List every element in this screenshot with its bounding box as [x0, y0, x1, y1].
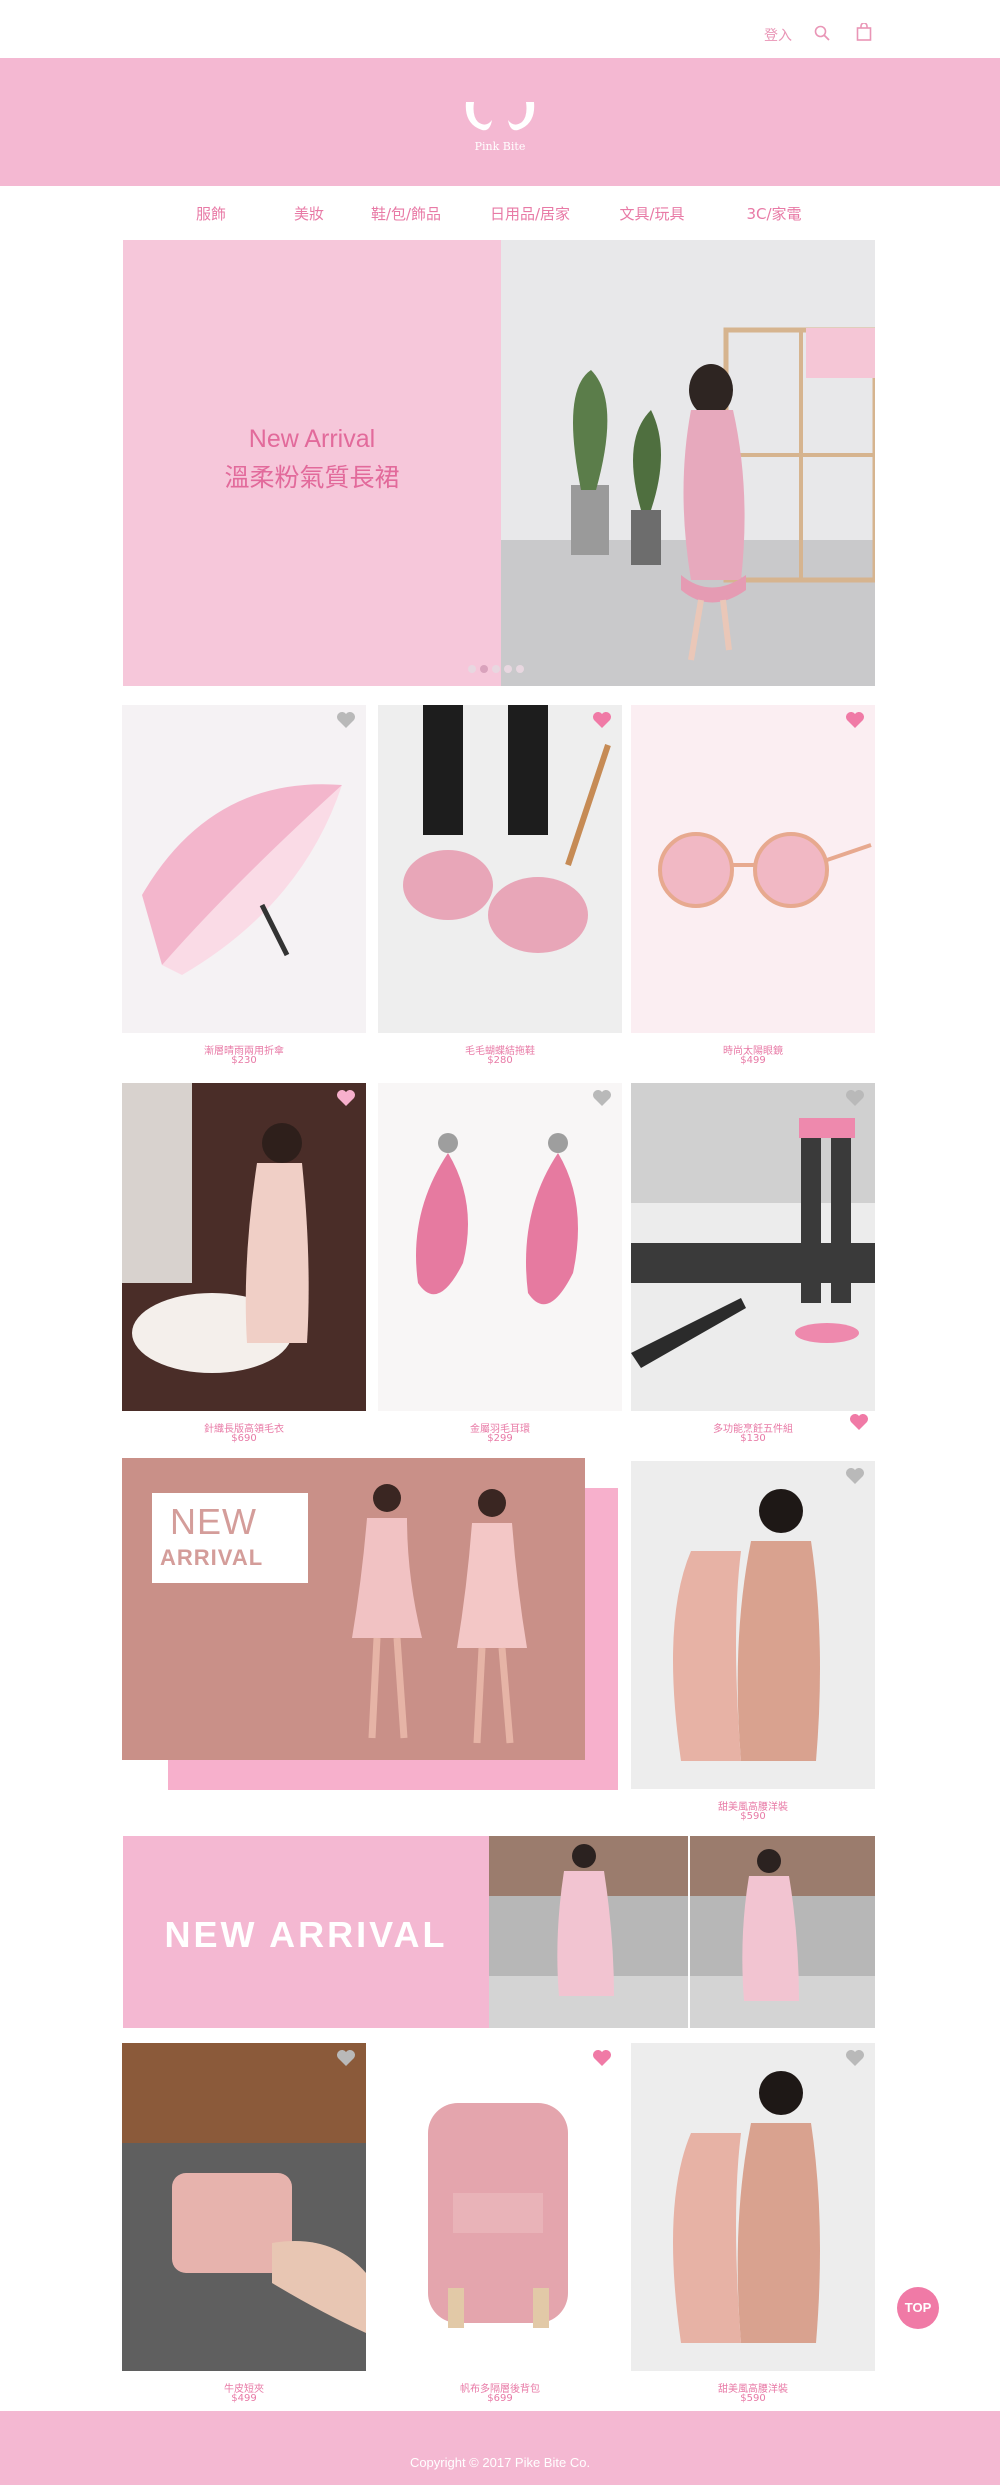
- login-link[interactable]: 登入: [764, 25, 792, 45]
- product-price: $299: [487, 1433, 513, 1444]
- strip-photo: [489, 1836, 875, 2028]
- feature-banner[interactable]: NEW ARRIVAL: [122, 1458, 585, 1760]
- brand-logo[interactable]: Pink Bite: [460, 94, 540, 154]
- shopping-bag-icon[interactable]: [856, 23, 872, 41]
- nav-item-accessories[interactable]: 鞋/包/飾品: [371, 203, 441, 224]
- top-bar: 登入: [0, 0, 1000, 58]
- back-to-top-button[interactable]: TOP: [897, 2287, 939, 2329]
- favorite-heart-icon[interactable]: [845, 711, 865, 729]
- product-image[interactable]: [631, 1083, 875, 1411]
- product-image[interactable]: [631, 705, 875, 1033]
- favorite-heart-icon[interactable]: [845, 2049, 865, 2067]
- product-image[interactable]: [631, 1461, 875, 1789]
- feature-new-text: NEW: [170, 1501, 257, 1542]
- product-image[interactable]: [378, 705, 622, 1033]
- product-price: $690: [231, 1433, 257, 1444]
- new-arrival-strip[interactable]: NEW ARRIVAL: [123, 1836, 875, 2028]
- carousel-dot[interactable]: [492, 665, 500, 673]
- favorite-heart-icon[interactable]: [592, 711, 612, 729]
- product-price: $130: [740, 1433, 766, 1444]
- product-image[interactable]: [122, 1083, 366, 1411]
- hero-text-panel: New Arrival 溫柔粉氣質長裙: [123, 240, 501, 686]
- nav-item-apparel[interactable]: 服飾: [196, 203, 226, 224]
- product-price: $499: [231, 2393, 257, 2404]
- favorite-heart-icon[interactable]: [336, 2049, 356, 2067]
- product-image[interactable]: [378, 2043, 622, 2371]
- product-image[interactable]: [122, 2043, 366, 2371]
- favorite-heart-icon[interactable]: [845, 1089, 865, 1107]
- product-price: $590: [740, 2393, 766, 2404]
- hero-title-zh: 溫柔粉氣質長裙: [224, 463, 400, 492]
- hero-photo: [501, 240, 875, 686]
- nav-item-electronics[interactable]: 3C/家電: [746, 203, 801, 224]
- favorite-heart-icon[interactable]: [336, 711, 356, 729]
- category-nav: 服飾 美妝 鞋/包/飾品 日用品/居家 文具/玩具 3C/家電: [0, 203, 1000, 227]
- copyright-text: Copyright © 2017 Pike Bite Co.: [409, 2455, 591, 2470]
- product-price: $230: [231, 1055, 257, 1066]
- feature-label-box: NEW ARRIVAL: [152, 1493, 308, 1583]
- footer: Copyright © 2017 Pike Bite Co.: [0, 2411, 1000, 2485]
- favorite-heart-icon[interactable]: [592, 1089, 612, 1107]
- carousel-dot[interactable]: [516, 665, 524, 673]
- product-price: $280: [487, 1055, 513, 1066]
- product-image[interactable]: [631, 2043, 875, 2371]
- logo-mark-icon: [465, 102, 535, 131]
- strip-title: NEW ARRIVAL: [164, 1914, 448, 1955]
- strip-text-panel: NEW ARRIVAL: [123, 1836, 489, 2028]
- nav-item-home[interactable]: 日用品/居家: [490, 203, 570, 224]
- hero-title-en: New Arrival: [248, 425, 376, 453]
- search-icon[interactable]: [814, 25, 830, 41]
- header-banner: Pink Bite: [0, 58, 1000, 186]
- nav-item-beauty[interactable]: 美妝: [294, 203, 324, 224]
- product-image[interactable]: [122, 705, 366, 1033]
- carousel-dot[interactable]: [504, 665, 512, 673]
- feature-arrival-text: ARRIVAL: [160, 1545, 264, 1570]
- favorite-heart-icon[interactable]: [592, 2049, 612, 2067]
- hero-carousel[interactable]: New Arrival 溫柔粉氣質長裙: [123, 240, 875, 686]
- nav-item-stationery[interactable]: 文具/玩具: [619, 203, 684, 224]
- carousel-dot[interactable]: [468, 665, 476, 673]
- product-price: $590: [740, 1811, 766, 1822]
- carousel-pagination: [468, 665, 538, 675]
- favorite-heart-icon[interactable]: [845, 1467, 865, 1485]
- product-image[interactable]: [378, 1083, 622, 1411]
- carousel-dot[interactable]: [480, 665, 488, 673]
- product-price: $699: [487, 2393, 513, 2404]
- logo-text: Pink Bite: [474, 140, 526, 153]
- favorite-heart-icon[interactable]: [336, 1089, 356, 1107]
- product-price: $499: [740, 1055, 766, 1066]
